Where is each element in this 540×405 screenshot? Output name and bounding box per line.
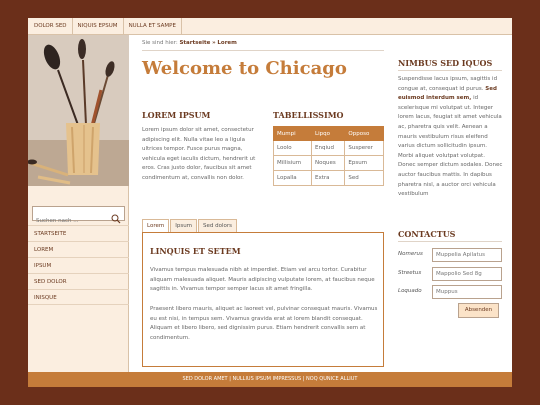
table-row: Lopalla Extra Sed (273, 170, 384, 186)
table-cell: Millisium (273, 155, 312, 171)
main-content: Sie sind hier: Startseite » Lorem Welcom… (136, 35, 386, 372)
submit-button[interactable]: Absenden (458, 303, 499, 318)
topnav-item-nulla-et-sampe[interactable]: NULLA ET SAMPE (124, 18, 182, 34)
breadcrumb-current: Lorem (217, 40, 237, 46)
tab-lorem[interactable]: Lorem (142, 219, 170, 233)
lorem-text: Lorem ipsum dolor sit amet, consectetur … (142, 127, 256, 181)
topnav-item-niquis-epsum[interactable]: NIQUIS EPSUM (73, 18, 124, 34)
streetus-label: Streetus (398, 270, 422, 276)
table-cell: Noques (310, 155, 346, 171)
table-cell: Extra (310, 170, 346, 186)
sidebar-item-inisque[interactable]: INISQUE (28, 289, 129, 305)
table-heading: TABELLISSIMO (273, 110, 344, 120)
tab-panel: LINQUIS ET SETEM Vivamus tempus malesuad… (142, 232, 384, 367)
table-cell: Lopalla (273, 170, 312, 186)
nomerus-field[interactable] (432, 248, 502, 262)
tab-panel-paragraph-2: Praesent libero mauris, aliquet ac laore… (150, 306, 378, 341)
table-header-cell: Lipqo (310, 126, 346, 141)
table-header-cell: Mumpi (273, 126, 312, 141)
header-photo (28, 35, 129, 186)
breadcrumb-link-startseite[interactable]: Startseite (179, 40, 210, 46)
breadcrumb-separator: » (212, 40, 216, 46)
sidebar-item-ipsum[interactable]: IPSUM (28, 257, 129, 273)
nimbus-heading: NIMBUS SED IQUOS (398, 58, 493, 68)
table-header-cell: Opposo (344, 126, 384, 141)
lorem-heading: LOREM IPSUM (142, 110, 211, 120)
tab-bar: Lorem Ipsum Sed dolors (142, 219, 238, 233)
tab-panel-heading: LINQUIS ET SETEM (150, 246, 241, 256)
form-row-nomerus: Nomerus (398, 248, 502, 262)
topnav-item-dolor-sed[interactable]: DOLOR SED (28, 18, 73, 34)
nimbus-text-end: id scelerisque mi volutpat ut. Integer l… (398, 95, 503, 198)
page-container: DOLOR SED NIQUIS EPSUM NULLA ET SAMPE Su… (28, 18, 512, 372)
table-cell: Loolo (273, 140, 312, 156)
nimbus-divider (398, 70, 502, 71)
form-row-loquado: Loquado (398, 285, 502, 299)
table-cell: Sed (344, 170, 384, 186)
sidebar-item-sed-dolor[interactable]: SED DOLOR (28, 273, 129, 289)
search-box (32, 206, 125, 228)
form-row-streetus: Streetus (398, 267, 502, 281)
right-sidebar: NIMBUS SED IQUOS Suspendisse lacus ipsum… (392, 35, 506, 372)
search-icon[interactable] (111, 209, 121, 224)
footer: SED DOLOR AMET | NULLIUS IPSUM IMPRESSUS… (28, 372, 512, 387)
left-sidebar: STARTSEITE LOREM IPSUM SED DOLOR INISQUE (28, 35, 129, 372)
sidebar-item-lorem[interactable]: LOREM (28, 241, 129, 257)
nimbus-text: Suspendisse lacus ipsum, sagittis id con… (398, 75, 503, 200)
breadcrumb-divider (142, 50, 384, 51)
streetus-field[interactable] (432, 267, 502, 281)
table-row: Millisium Noques Epsum (273, 155, 384, 171)
nimbus-text-start: Suspendisse lacus ipsum, sagittis id con… (398, 76, 498, 92)
tab-sed-dolors[interactable]: Sed dolors (198, 219, 238, 232)
breadcrumb-prefix: Sie sind hier: (142, 40, 178, 46)
left-navigation: STARTSEITE LOREM IPSUM SED DOLOR INISQUE (28, 225, 129, 305)
tab-ipsum[interactable]: Ipsum (170, 219, 198, 232)
top-navigation: DOLOR SED NIQUIS EPSUM NULLA ET SAMPE (28, 18, 512, 35)
data-table: Mumpi Lipqo Opposo Loolo Enqiud Susperer… (273, 126, 384, 186)
table-cell: Enqiud (310, 140, 346, 156)
breadcrumb: Sie sind hier: Startseite » Lorem (142, 40, 237, 46)
loquado-label: Loquado (398, 288, 422, 294)
page-title: Welcome to Chicago (142, 58, 347, 79)
sidebar-item-startseite[interactable]: STARTSEITE (28, 225, 129, 241)
nomerus-label: Nomerus (398, 251, 423, 257)
loquado-field[interactable] (432, 285, 502, 299)
tab-panel-paragraph-1: Vivamus tempus malesuada nibh at imperdi… (150, 267, 375, 293)
table-cell: Susperer (344, 140, 384, 156)
brush-cup-image (28, 35, 129, 186)
table-cell: Epsum (344, 155, 384, 171)
table-header-row: Mumpi Lipqo Opposo (273, 126, 384, 141)
contact-divider (398, 241, 502, 242)
table-row: Loolo Enqiud Susperer (273, 140, 384, 156)
contact-heading: CONTACTUS (398, 229, 456, 239)
